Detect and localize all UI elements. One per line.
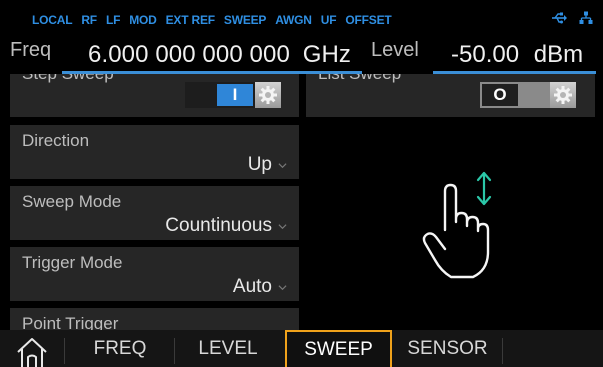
- level-value: -50.00: [451, 41, 520, 68]
- chevron-down-icon: [278, 223, 287, 229]
- status-local: LOCAL: [32, 13, 73, 27]
- direction-dropdown[interactable]: Up: [248, 154, 287, 176]
- direction-setting[interactable]: Direction Up: [10, 125, 299, 179]
- status-sweep: SWEEP: [223, 13, 267, 27]
- toggle-off-glyph: O: [493, 85, 507, 104]
- list-sweep-toggle-track: O: [480, 82, 550, 108]
- status-rf: RF: [81, 13, 97, 27]
- status-indicators: LOCAL RF LF MOD EXT REF SWEEP AWGN UF OF…: [32, 13, 392, 27]
- home-icon[interactable]: [15, 335, 49, 367]
- freq-field[interactable]: 6.000 000 000 000 GHz: [88, 41, 351, 69]
- tab-sensor[interactable]: SENSOR: [394, 330, 501, 367]
- status-uf: UF: [320, 13, 337, 27]
- hand-swipe-vertical-icon: [422, 171, 492, 279]
- step-sweep-panel: Step Sweep I: [10, 74, 299, 117]
- freq-value: 6.000 000 000 000: [88, 41, 290, 68]
- tab-sweep[interactable]: SWEEP: [285, 330, 392, 367]
- tab-separator: [502, 338, 503, 364]
- lan-icon: [579, 11, 593, 24]
- step-sweep-toggle[interactable]: I: [185, 82, 281, 108]
- sweep-mode-setting[interactable]: Sweep Mode Countinuous: [10, 186, 299, 240]
- trigger-mode-value: Auto: [232, 276, 272, 297]
- tab-separator: [174, 338, 175, 364]
- list-sweep-label: List Sweep: [318, 74, 401, 84]
- status-bar: LOCAL RF LF MOD EXT REF SWEEP AWGN UF OF…: [0, 0, 603, 38]
- toggle-knob-on: I: [217, 84, 253, 106]
- direction-label: Direction: [22, 131, 90, 150]
- gear-icon: [259, 86, 277, 104]
- list-sweep-toggle[interactable]: O: [480, 82, 576, 108]
- tab-separator: [64, 338, 65, 364]
- freq-label: Freq: [10, 39, 52, 61]
- level-unit: dBm: [533, 41, 584, 68]
- toggle-knob-off: O: [482, 84, 518, 106]
- level-field[interactable]: -50.00 dBm: [451, 41, 583, 69]
- direction-value: Up: [247, 154, 272, 175]
- step-sweep-toggle-track: I: [185, 82, 255, 108]
- trigger-mode-dropdown[interactable]: Auto: [233, 276, 287, 298]
- status-lf: LF: [105, 13, 121, 27]
- trigger-mode-setting[interactable]: Trigger Mode Auto: [10, 247, 299, 301]
- status-offset: OFFSET: [345, 13, 392, 27]
- point-trigger-setting[interactable]: Point Trigger: [10, 308, 299, 330]
- freq-unit: GHz: [302, 41, 351, 68]
- chevron-down-icon: [278, 284, 287, 290]
- list-sweep-settings-button[interactable]: [550, 82, 576, 108]
- sweep-mode-dropdown[interactable]: Countinuous: [165, 215, 287, 237]
- gear-icon: [554, 86, 572, 104]
- status-ext-ref: EXT REF: [165, 13, 215, 27]
- tab-freq[interactable]: FREQ: [68, 330, 172, 367]
- usb-icon: [552, 12, 567, 24]
- list-sweep-panel: List Sweep O: [306, 74, 595, 117]
- sweep-mode-value: Countinuous: [165, 215, 272, 236]
- bottom-nav: FREQ LEVEL SWEEP SENSOR: [0, 330, 603, 367]
- step-sweep-label: Step Sweep: [22, 74, 114, 84]
- status-awgn: AWGN: [275, 13, 312, 27]
- level-label: Level: [371, 39, 419, 61]
- chevron-down-icon: [278, 162, 287, 168]
- sweep-mode-label: Sweep Mode: [22, 192, 122, 211]
- status-mod: MOD: [129, 13, 157, 27]
- point-trigger-label: Point Trigger: [22, 314, 119, 330]
- step-sweep-settings-button[interactable]: [255, 82, 281, 108]
- trigger-mode-label: Trigger Mode: [22, 253, 123, 272]
- tab-level[interactable]: LEVEL: [176, 330, 280, 367]
- toggle-on-glyph: I: [232, 85, 238, 104]
